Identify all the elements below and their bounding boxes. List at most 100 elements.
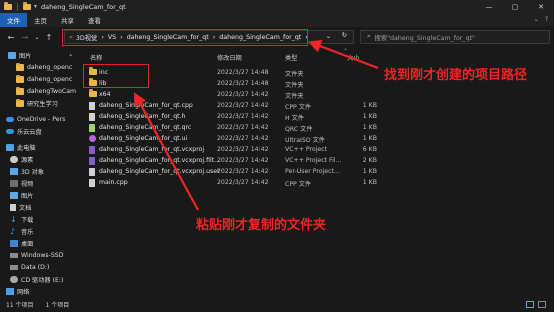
annotation-paste-text: 粘贴刚才复制的文件夹 — [196, 218, 327, 233]
tab-view[interactable]: 查看 — [81, 13, 108, 27]
file-row[interactable]: daheng_SingleCam_for_qt.vcxproj 2022/3/2… — [78, 144, 478, 155]
file-size: 1 KB — [362, 179, 377, 186]
sidebar-item-data-d[interactable]: Data (D:) — [0, 262, 76, 273]
folder-icon — [89, 89, 97, 97]
sidebar-item-label: Data (D:) — [21, 264, 50, 271]
title-bar: ▾ daheng_SingleCam_for_qt — ▢ ✕ — [0, 0, 554, 13]
tab-file[interactable]: 文件 — [0, 13, 27, 27]
file-date: 2022/3/27 14:42 — [217, 157, 269, 164]
tab-home[interactable]: 主页 — [27, 13, 54, 27]
sidebar-item-yuansu[interactable]: 源素 — [0, 154, 76, 165]
search-placeholder: 搜索"daheng_SingleCam_for_qt" — [374, 34, 475, 42]
desktop-icon — [10, 240, 18, 247]
sidebar-item-3d-objects[interactable]: 3D 对象 — [0, 166, 76, 177]
file-row[interactable]: daheng_SingleCam_for_qt.qrc 2022/3/27 14… — [78, 122, 478, 133]
column-header-date[interactable]: 修改日期 — [217, 53, 242, 62]
ribbon-tabs: 文件 主页 共享 查看 ⌄ ? — [0, 13, 554, 27]
sidebar-item-label: daheng_openc — [27, 76, 73, 83]
sidebar-item-label: OneDrive - Pers — [17, 116, 66, 123]
item-count: 11 个项目 — [6, 302, 34, 309]
divider — [17, 2, 18, 11]
folder-icon — [16, 74, 24, 83]
sidebar-item-videos[interactable]: 视频 — [0, 178, 76, 189]
file-size: 6 KB — [362, 146, 377, 153]
file-name: x64 — [99, 91, 111, 98]
search-input[interactable]: ⌕ 搜索"daheng_SingleCam_for_qt" — [360, 30, 550, 44]
file-size: 1 KB — [362, 102, 377, 109]
sidebar-item-documents[interactable]: 文档 — [0, 202, 76, 213]
sidebar-item-this-pc[interactable]: 此电脑 — [0, 142, 76, 153]
column-header-name[interactable]: 名称 — [90, 53, 102, 62]
file-row[interactable]: daheng_SingleCam_for_qt.cpp 2022/3/27 14… — [78, 100, 478, 111]
vcxproj-filters-icon — [89, 156, 95, 165]
sidebar-item-leyun[interactable]: 乐云云盘 — [0, 126, 76, 137]
sidebar-item-downloads[interactable]: ↓ 下载 — [0, 214, 76, 225]
sidebar-item-dahengtwocam[interactable]: dahengTwoCam — [0, 86, 76, 97]
file-type: H 文件 — [285, 115, 304, 122]
sidebar-item-label: 3D 对象 — [21, 169, 45, 176]
up-button[interactable]: ↑ — [42, 29, 56, 45]
header-file-icon — [89, 112, 95, 121]
folders-highlight-box — [83, 64, 149, 88]
sidebar-item-pictures[interactable]: 图片 — [0, 190, 76, 201]
cloud-icon — [6, 117, 14, 122]
help-icon[interactable]: ? — [545, 16, 548, 23]
new-folder-icon[interactable] — [23, 2, 31, 10]
maximize-button[interactable]: ▢ — [502, 0, 528, 13]
file-name: main.cpp — [99, 179, 128, 186]
sidebar-item-cd-drive[interactable]: CD 驱动器 (E:) — [0, 274, 76, 285]
chevron-down-icon[interactable]: ▾ — [34, 3, 37, 10]
details-view-icon[interactable] — [526, 301, 534, 308]
sidebar-item-label: 音乐 — [21, 229, 34, 236]
annotation-path-text: 找到刚才创建的项目路径 — [384, 68, 528, 83]
sidebar-item-network[interactable]: 网络 — [0, 286, 76, 297]
navigation-pane: 图片 ✦ daheng_openc daheng_openc dahengTwo… — [0, 48, 76, 297]
column-header-type[interactable]: 类型 — [285, 53, 297, 62]
sidebar-item-music[interactable]: ♪ 音乐 — [0, 226, 76, 237]
file-row[interactable]: daheng_SingleCam_for_qt.h 2022/3/27 14:4… — [78, 111, 478, 122]
sidebar-item-daheng-openc-2[interactable]: daheng_openc — [0, 74, 76, 85]
sidebar-item-pictures-pinned[interactable]: 图片 ✦ — [0, 50, 76, 61]
expand-ribbon-icon[interactable]: ⌄ — [534, 16, 539, 23]
file-row[interactable]: main.cpp 2022/3/27 14:42 CPP 文件 1 KB — [78, 177, 478, 188]
refresh-icon[interactable]: ↻ — [342, 32, 347, 39]
folder-icon — [16, 86, 24, 95]
folder-icon — [16, 62, 24, 71]
file-name: daheng_SingleCam_for_qt.vcxproj.filt... — [99, 157, 221, 164]
file-row[interactable]: daheng_SingleCam_for_qt.vcxproj.user 202… — [78, 166, 478, 177]
pictures-icon — [8, 52, 16, 59]
minimize-button[interactable]: — — [476, 0, 502, 13]
sidebar-item-label: 网络 — [17, 289, 30, 296]
close-button[interactable]: ✕ — [528, 0, 554, 13]
recent-locations-button[interactable]: ⌄ — [32, 29, 42, 45]
file-type: CPP 文件 — [285, 104, 312, 111]
sidebar-item-label: 此电脑 — [17, 145, 36, 152]
cpp-file-icon — [89, 178, 95, 187]
sidebar-item-desktop[interactable]: 桌面 — [0, 238, 76, 249]
sidebar-item-windows-ssd[interactable]: Windows-SSD — [0, 250, 76, 261]
file-type: VC++ Project — [285, 146, 328, 153]
file-size: 1 KB — [362, 124, 377, 131]
sidebar-item-onedrive[interactable]: OneDrive - Pers — [0, 114, 76, 125]
file-size: 1 KB — [362, 135, 377, 142]
tab-share[interactable]: 共享 — [54, 13, 81, 27]
file-type: 文件夹 — [285, 93, 304, 100]
column-header-size[interactable]: 大小 — [347, 53, 359, 62]
file-date: 2022/3/27 14:42 — [217, 168, 269, 175]
sidebar-item-label: 下载 — [21, 217, 34, 224]
sidebar-item-label: 桌面 — [21, 241, 34, 248]
address-dropdown-icon[interactable]: ⌄ — [326, 33, 331, 40]
file-date: 2022/3/27 14:42 — [217, 91, 269, 98]
back-button[interactable]: ← — [4, 29, 18, 45]
file-type: 文件夹 — [285, 82, 304, 89]
sidebar-item-graduate-study[interactable]: 研究生学习 — [0, 98, 76, 109]
file-name: daheng_SingleCam_for_qt.vcxproj — [99, 146, 205, 153]
large-icons-view-icon[interactable] — [538, 301, 546, 308]
file-row[interactable]: x64 2022/3/27 14:42 文件夹 — [78, 89, 478, 100]
forward-button[interactable]: → — [18, 29, 32, 45]
file-name: daheng_SingleCam_for_qt.ui — [99, 135, 188, 142]
file-row[interactable]: daheng_SingleCam_for_qt.vcxproj.filt... … — [78, 155, 478, 166]
file-row[interactable]: daheng_SingleCam_for_qt.ui 2022/3/27 14:… — [78, 133, 478, 144]
cube-icon — [10, 168, 18, 175]
sidebar-item-daheng-openc-1[interactable]: daheng_openc — [0, 62, 76, 73]
